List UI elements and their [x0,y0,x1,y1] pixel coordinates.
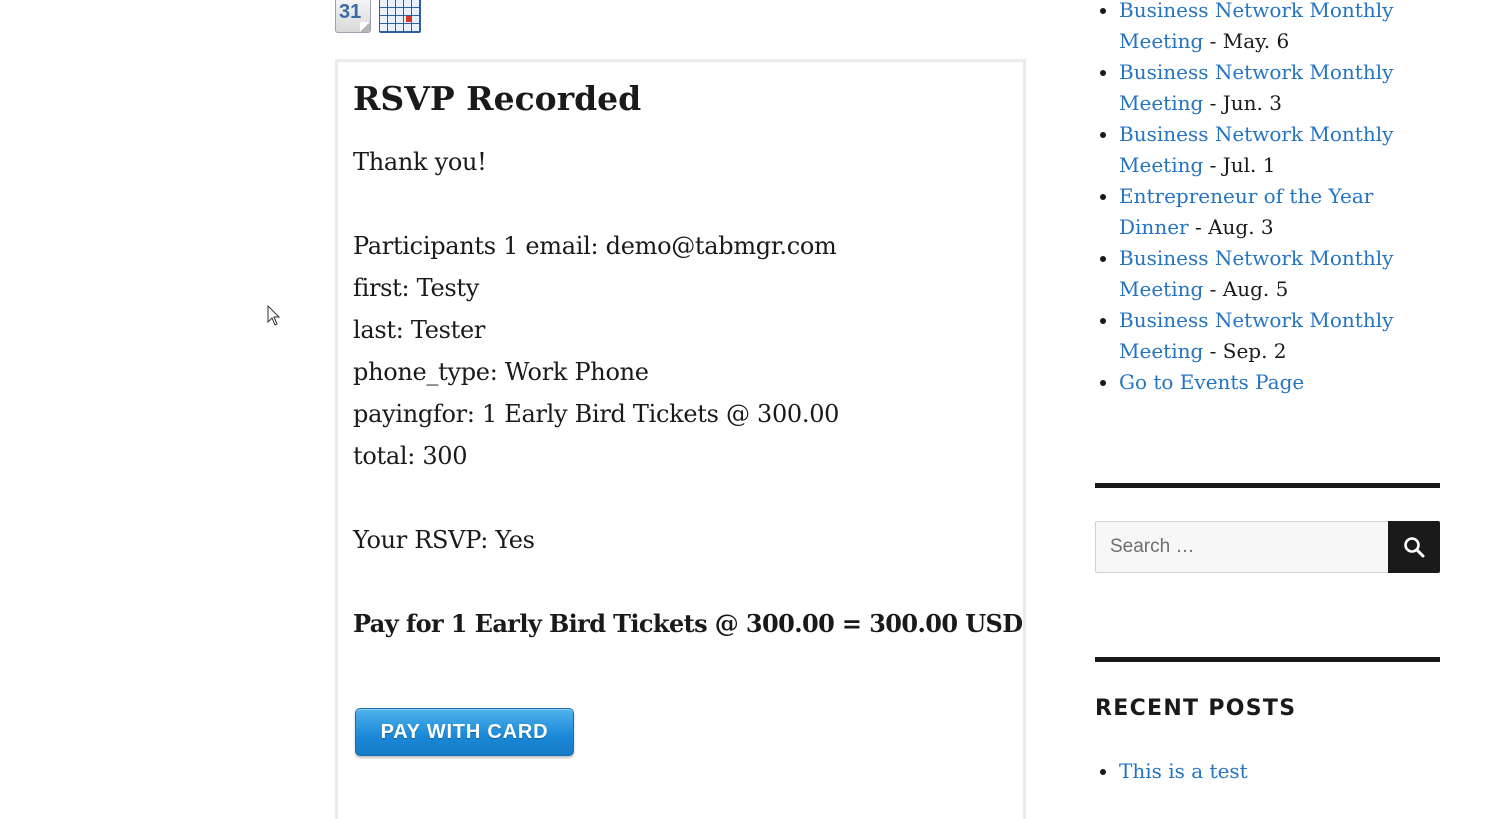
search-form [1095,521,1440,573]
search-input[interactable] [1095,521,1388,573]
your-rsvp-status: Your RSVP: Yes [353,526,535,554]
recent-posts-heading: RECENT POSTS [1095,696,1297,721]
thank-you-text: Thank you! [353,148,487,176]
recent-post-link[interactable]: This is a test [1119,759,1248,783]
event-item: Entrepreneur of the Year Dinner - Aug. 3 [1119,181,1440,243]
rsvp-confirmation-panel: RSVP Recorded Thank you! Participants 1 … [335,59,1026,819]
recent-post-item: This is a test [1119,756,1440,787]
event-date: - May. 6 [1203,29,1290,53]
participant-email: Participants 1 email: demo@tabmgr.com [353,232,837,260]
rsvp-title: RSVP Recorded [353,79,642,118]
upcoming-events-list: Business Network Monthly Meeting - May. … [1095,0,1440,398]
mouse-cursor-icon [267,305,281,326]
event-date: - Jun. 3 [1203,91,1282,115]
event-item: Business Network Monthly Meeting - May. … [1119,0,1440,57]
event-date: - Sep. 2 [1203,339,1287,363]
google-calendar-icon[interactable] [379,0,421,33]
search-icon [1404,537,1425,558]
recent-posts-list: This is a test [1095,756,1440,787]
page-curl [360,22,370,32]
participant-first-name: first: Testy [353,274,479,302]
event-item: Business Network Monthly Meeting - Jul. … [1119,119,1440,181]
participant-last-name: last: Tester [353,316,486,344]
widget-divider [1095,657,1440,662]
pay-with-card-button[interactable]: PAY WITH CARD [355,708,574,756]
event-date: - Jul. 1 [1203,153,1276,177]
calendar-links: 31 [335,0,421,34]
participant-phone-type: phone_type: Work Phone [353,358,649,386]
events-page-item: Go to Events Page [1119,367,1440,398]
events-page-link[interactable]: Go to Events Page [1119,370,1304,394]
event-date: - Aug. 3 [1188,215,1274,239]
calendar-day-number: 31 [339,1,362,23]
calendar-date-marker [406,16,412,22]
paying-for: payingfor: 1 Early Bird Tickets @ 300.00 [353,400,840,428]
event-date: - Aug. 5 [1203,277,1289,301]
event-item: Business Network Monthly Meeting - Jun. … [1119,57,1440,119]
event-item: Business Network Monthly Meeting - Aug. … [1119,243,1440,305]
total-amount: total: 300 [353,442,468,470]
widget-divider [1095,483,1440,488]
event-item: Business Network Monthly Meeting - Sep. … [1119,305,1440,367]
search-button[interactable] [1388,521,1440,573]
payment-summary: Pay for 1 Early Bird Tickets @ 300.00 = … [353,609,1023,638]
ical-calendar-icon[interactable]: 31 [335,0,371,33]
